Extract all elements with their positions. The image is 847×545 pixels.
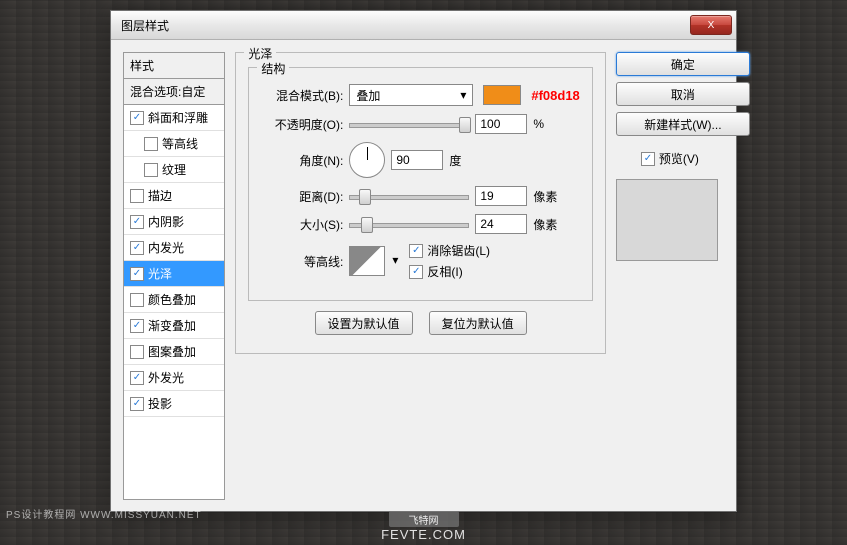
watermark-text-1: PS设计教程网 WWW.MISSYUAN.NET (6, 506, 202, 521)
structure-title: 结构 (257, 60, 289, 77)
style-checkbox[interactable] (130, 397, 144, 411)
style-item-内阴影[interactable]: 内阴影 (124, 209, 224, 235)
distance-label: 距离(D): (261, 188, 343, 205)
dialog-button-column: 确定 取消 新建样式(W)... 预览(V) (616, 52, 724, 500)
distance-slider[interactable] (349, 189, 469, 203)
style-checkbox[interactable] (130, 293, 144, 307)
style-item-label: 外发光 (148, 369, 184, 386)
window-title: 图层样式 (121, 17, 690, 34)
style-checkbox[interactable] (130, 371, 144, 385)
effect-settings-panel: 光泽 结构 混合模式(B): 叠加 #f08d18 不透明度(O): 100 % (235, 52, 605, 500)
style-item-label: 光泽 (148, 265, 172, 282)
style-item-label: 等高线 (162, 135, 198, 152)
close-icon: X (708, 20, 715, 31)
opacity-input[interactable]: 100 (475, 114, 527, 134)
blend-options-header[interactable]: 混合选项:自定 (124, 79, 224, 105)
color-hex-annotation: #f08d18 (531, 88, 579, 103)
satin-fieldset: 光泽 结构 混合模式(B): 叠加 #f08d18 不透明度(O): 100 % (235, 52, 605, 354)
style-item-label: 描边 (148, 187, 172, 204)
ok-button[interactable]: 确定 (616, 52, 750, 76)
style-item-纹理[interactable]: 纹理 (124, 157, 224, 183)
watermark-text-2: FEVTE.COM (381, 527, 466, 542)
new-style-button[interactable]: 新建样式(W)... (616, 112, 750, 136)
style-checkbox[interactable] (130, 215, 144, 229)
set-default-button[interactable]: 设置为默认值 (315, 311, 413, 335)
antialias-row[interactable]: 消除锯齿(L) (409, 242, 490, 259)
style-item-渐变叠加[interactable]: 渐变叠加 (124, 313, 224, 339)
blend-mode-label: 混合模式(B): (261, 87, 343, 104)
reset-default-button[interactable]: 复位为默认值 (429, 311, 527, 335)
style-item-label: 投影 (148, 395, 172, 412)
size-slider[interactable] (349, 217, 469, 231)
structure-fieldset: 结构 混合模式(B): 叠加 #f08d18 不透明度(O): 100 % (248, 67, 592, 301)
style-item-label: 内阴影 (148, 213, 184, 230)
distance-unit: 像素 (533, 188, 557, 205)
angle-unit: 度 (449, 152, 461, 169)
style-checkbox[interactable] (144, 137, 158, 151)
opacity-label: 不透明度(O): (261, 116, 343, 133)
watermark-box: 飞特网 (389, 511, 459, 527)
opacity-slider[interactable] (349, 117, 469, 131)
opacity-unit: % (533, 117, 544, 131)
angle-label: 角度(N): (261, 152, 343, 169)
size-unit: 像素 (533, 216, 557, 233)
contour-picker[interactable] (349, 246, 385, 276)
style-item-描边[interactable]: 描边 (124, 183, 224, 209)
style-item-图案叠加[interactable]: 图案叠加 (124, 339, 224, 365)
style-item-光泽[interactable]: 光泽 (124, 261, 224, 287)
angle-dial[interactable] (349, 142, 385, 178)
style-checkbox[interactable] (130, 111, 144, 125)
titlebar[interactable]: 图层样式 X (111, 11, 736, 40)
style-item-label: 内发光 (148, 239, 184, 256)
style-item-label: 颜色叠加 (148, 291, 196, 308)
antialias-checkbox[interactable] (409, 244, 423, 258)
style-checkbox[interactable] (144, 163, 158, 177)
cancel-button[interactable]: 取消 (616, 82, 750, 106)
style-item-颜色叠加[interactable]: 颜色叠加 (124, 287, 224, 313)
style-checkbox[interactable] (130, 319, 144, 333)
angle-input[interactable]: 90 (391, 150, 443, 170)
preview-thumbnail (616, 179, 718, 261)
style-list-header: 样式 (124, 53, 224, 79)
invert-row[interactable]: 反相(I) (409, 263, 490, 280)
preview-label: 预览(V) (659, 150, 699, 167)
style-item-label: 渐变叠加 (148, 317, 196, 334)
style-item-等高线[interactable]: 等高线 (124, 131, 224, 157)
style-item-斜面和浮雕[interactable]: 斜面和浮雕 (124, 105, 224, 131)
size-label: 大小(S): (261, 216, 343, 233)
style-item-label: 纹理 (162, 161, 186, 178)
layer-style-dialog: 图层样式 X 样式 混合选项:自定 斜面和浮雕等高线纹理描边内阴影内发光光泽颜色… (110, 10, 737, 512)
style-item-投影[interactable]: 投影 (124, 391, 224, 417)
blend-mode-select[interactable]: 叠加 (349, 84, 473, 106)
color-swatch[interactable] (483, 85, 521, 105)
style-checkbox[interactable] (130, 267, 144, 281)
close-button[interactable]: X (690, 15, 732, 35)
distance-input[interactable]: 19 (475, 186, 527, 206)
contour-label: 等高线: (261, 253, 343, 270)
invert-checkbox[interactable] (409, 265, 423, 279)
style-checkbox[interactable] (130, 345, 144, 359)
style-item-内发光[interactable]: 内发光 (124, 235, 224, 261)
preview-checkbox[interactable] (641, 152, 655, 166)
style-item-外发光[interactable]: 外发光 (124, 365, 224, 391)
style-checkbox[interactable] (130, 241, 144, 255)
style-list: 样式 混合选项:自定 斜面和浮雕等高线纹理描边内阴影内发光光泽颜色叠加渐变叠加图… (123, 52, 225, 500)
size-input[interactable]: 24 (475, 214, 527, 234)
style-item-label: 图案叠加 (148, 343, 196, 360)
style-checkbox[interactable] (130, 189, 144, 203)
style-item-label: 斜面和浮雕 (148, 109, 208, 126)
